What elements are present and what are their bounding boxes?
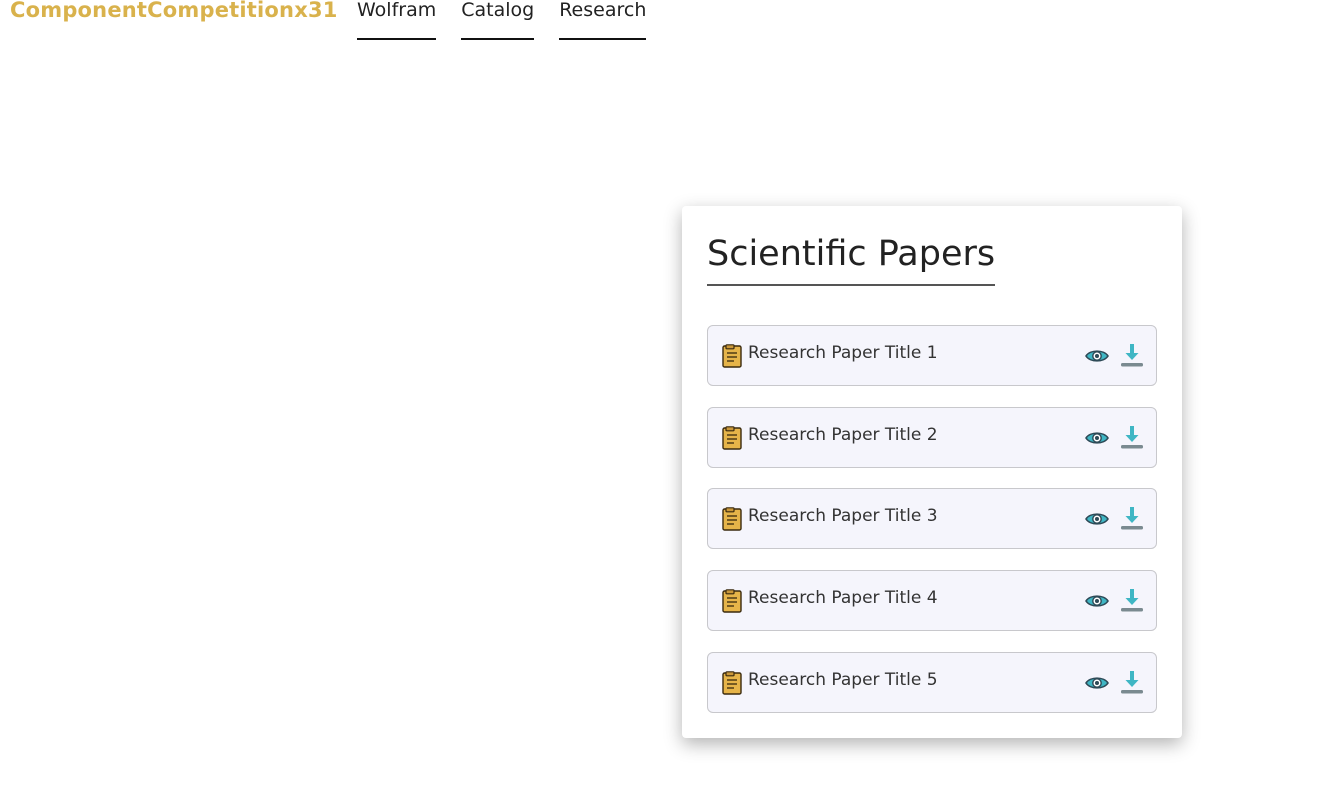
list-item[interactable]: Research Paper Title 2 [707, 406, 1157, 468]
paper-title: Research Paper Title 5 [748, 669, 938, 690]
document-icon [722, 589, 742, 613]
list-item[interactable]: Research Paper Title 3 [707, 488, 1157, 550]
list-item[interactable]: Research Paper Title 5 [707, 651, 1157, 713]
nav-item-catalog[interactable]: Catalog [461, 0, 535, 40]
nav-item-research[interactable]: Research [559, 0, 647, 40]
paper-title: Research Paper Title 4 [748, 588, 938, 609]
download-icon[interactable] [1119, 669, 1145, 695]
eye-icon[interactable] [1085, 589, 1109, 613]
list-item[interactable]: Research Paper Title 4 [707, 570, 1157, 632]
paper-title: Research Paper Title 1 [748, 343, 938, 363]
list-item[interactable]: Research Paper Title 1 [707, 325, 1157, 386]
papers-list: Research Paper Title 1 Research Paper Ti… [707, 325, 1157, 713]
download-icon[interactable] [1119, 424, 1145, 450]
document-icon [722, 425, 742, 450]
papers-card: Scientific Papers Research Paper Title 1 [682, 206, 1182, 738]
paper-title: Research Paper Title 3 [748, 506, 938, 527]
download-icon[interactable] [1119, 505, 1145, 531]
papers-card-title: Scientific Papers [707, 232, 996, 286]
download-icon[interactable] [1119, 587, 1145, 613]
document-icon [722, 670, 742, 695]
top-bar: ComponentCompetitionx31 Wolfram Catalog … [0, 0, 1323, 50]
download-icon[interactable] [1119, 342, 1145, 368]
nav-item-wolfram[interactable]: Wolfram [357, 0, 437, 40]
eye-icon[interactable] [1085, 507, 1109, 531]
eye-icon[interactable] [1085, 671, 1109, 695]
document-icon [722, 344, 742, 368]
main-nav: Wolfram Catalog Research [357, 0, 647, 40]
eye-icon[interactable] [1085, 426, 1109, 450]
brand-logo[interactable]: ComponentCompetitionx31 [10, 0, 338, 25]
paper-title: Research Paper Title 2 [748, 424, 938, 445]
eye-icon[interactable] [1085, 344, 1109, 368]
document-icon [722, 507, 742, 532]
